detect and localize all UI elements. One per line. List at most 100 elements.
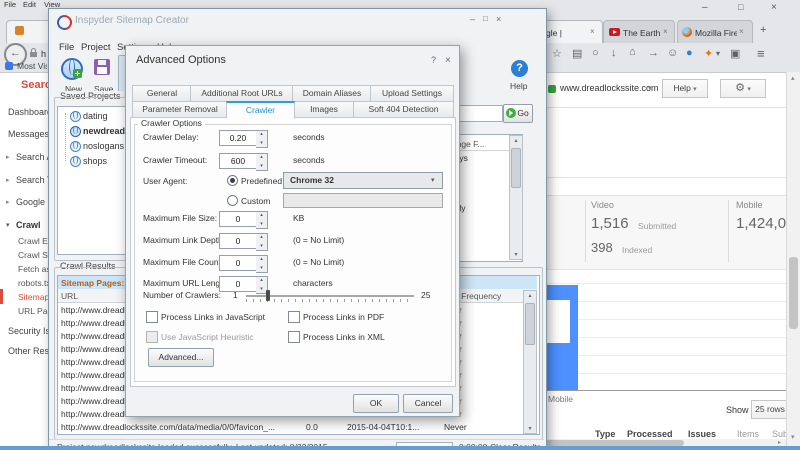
project-item-dating[interactable]: dating xyxy=(83,112,108,121)
advanced-button[interactable]: Advanced... xyxy=(148,348,214,367)
vscroll-up-arrow-icon[interactable]: ▴ xyxy=(791,75,795,82)
tab-parameter-removal[interactable]: Parameter Removal xyxy=(132,101,228,118)
sidebar-item-crawl[interactable]: Crawl xyxy=(16,221,41,230)
custom-radio[interactable] xyxy=(227,195,238,206)
max-file-size-input[interactable]: 0 xyxy=(219,211,257,227)
tab-close-icon[interactable]: × xyxy=(739,27,744,36)
spin-down-icon[interactable]: ▾ xyxy=(256,221,267,228)
process-xml-checkbox[interactable] xyxy=(288,331,300,343)
menu-project[interactable]: Project xyxy=(81,43,111,53)
inspyder-help-button[interactable]: ? xyxy=(511,60,528,77)
inspyder-maximize-button[interactable]: □ xyxy=(483,15,488,23)
save-project-button[interactable]: Save xyxy=(88,55,117,96)
max-link-depth-spinner[interactable]: ▴▾ xyxy=(256,233,268,251)
browser-minimize-button[interactable]: – xyxy=(702,3,708,13)
spin-down-icon[interactable]: ▾ xyxy=(256,140,267,147)
new-project-button[interactable]: New xyxy=(57,55,86,96)
spin-up-icon[interactable]: ▴ xyxy=(256,256,267,263)
tab-images[interactable]: Images xyxy=(293,101,355,118)
go-button[interactable]: Go xyxy=(503,104,533,123)
spin-up-icon[interactable]: ▴ xyxy=(256,277,267,284)
table-header-type[interactable]: Type xyxy=(595,430,615,439)
reading-list-icon[interactable]: ▤ xyxy=(572,47,582,60)
spin-up-icon[interactable]: ▴ xyxy=(256,212,267,219)
tab-groups-icon[interactable]: ▣ xyxy=(730,47,740,60)
scroll-up-icon[interactable]: ▴ xyxy=(524,292,536,299)
feedback-icon[interactable]: ☺ xyxy=(667,47,678,59)
table-header-items[interactable]: Items xyxy=(737,430,759,439)
bookmark-most-visited[interactable]: Most Visited xyxy=(17,62,47,71)
column-header-url[interactable]: URL xyxy=(61,292,78,301)
tab-general[interactable]: General xyxy=(132,85,192,102)
dialog-close-icon[interactable]: × xyxy=(445,56,451,66)
browser-menu-file[interactable]: File xyxy=(4,1,16,9)
spin-up-icon[interactable]: ▴ xyxy=(256,234,267,241)
slider-thumb[interactable] xyxy=(266,290,270,301)
menu-file[interactable]: File xyxy=(59,43,74,53)
addon-caret-icon[interactable]: ▾ xyxy=(716,49,720,58)
url-text[interactable]: h xyxy=(41,50,46,59)
tab-crawler[interactable]: Crawler xyxy=(226,101,295,119)
max-file-size-spinner[interactable]: ▴▾ xyxy=(256,211,268,229)
user-agent-select[interactable]: Chrome 32 ▾ xyxy=(283,172,443,189)
sidebar-item-messages[interactable]: Messages xyxy=(8,130,49,139)
table-header-issues[interactable]: Issues xyxy=(688,430,716,439)
dialog-help-icon[interactable]: ? xyxy=(431,56,436,65)
scroll-thumb[interactable] xyxy=(525,303,535,345)
inspyder-close-button[interactable]: × xyxy=(496,15,501,24)
share-icon[interactable]: → xyxy=(648,47,659,59)
browser-maximize-button[interactable]: □ xyxy=(738,3,743,12)
spin-up-icon[interactable]: ▴ xyxy=(256,131,267,138)
settings-dropdown[interactable]: ⚙ ▾ xyxy=(720,79,766,98)
tab-additional-root-urls[interactable]: Additional Root URLs xyxy=(190,85,294,102)
spin-down-icon[interactable]: ▾ xyxy=(256,163,267,170)
cancel-button[interactable]: Cancel xyxy=(403,394,453,413)
vertical-scrollbar[interactable]: ▴ ▾ xyxy=(786,72,800,450)
sidebar-item-dashboard[interactable]: Dashboard xyxy=(8,108,52,117)
spin-down-icon[interactable]: ▾ xyxy=(256,243,267,250)
crawler-delay-input[interactable]: 0.20 xyxy=(219,130,257,146)
tab-domain-aliases[interactable]: Domain Aliases xyxy=(292,85,372,102)
pocket-icon[interactable]: ○ xyxy=(592,47,599,59)
process-js-checkbox[interactable] xyxy=(146,311,158,323)
inspyder-minimize-button[interactable]: – xyxy=(470,15,475,24)
addon-icon[interactable]: ✦ xyxy=(704,47,713,60)
max-file-count-input[interactable]: 0 xyxy=(219,255,257,271)
tab-upload-settings[interactable]: Upload Settings xyxy=(370,85,454,102)
scroll-thumb[interactable] xyxy=(511,148,521,188)
browser-menu-edit[interactable]: Edit xyxy=(23,1,36,9)
scroll-down-icon[interactable]: ▾ xyxy=(510,251,522,258)
tab-firefox-start[interactable]: Mozilla Firefo... × xyxy=(677,20,753,43)
help-dropdown[interactable]: Help ▾ xyxy=(662,79,708,98)
crawler-timeout-input[interactable]: 600 xyxy=(219,153,257,169)
scroll-up-icon[interactable]: ▴ xyxy=(510,137,522,144)
tab-close-icon[interactable]: × xyxy=(663,27,668,36)
home-icon[interactable]: ⌂ xyxy=(629,46,636,58)
tab-youtube[interactable]: The Earth is FL... × xyxy=(603,20,675,43)
url-cell-last[interactable]: http://www.dreadlockssite.com/data/media… xyxy=(61,423,275,432)
max-link-depth-input[interactable]: 0 xyxy=(219,233,257,249)
scroll-down-icon[interactable]: ▾ xyxy=(524,425,536,432)
sync-icon[interactable]: ● xyxy=(686,47,693,59)
new-tab-button[interactable]: + xyxy=(760,25,766,36)
menu-icon[interactable]: ≡ xyxy=(757,46,765,61)
table-header-processed[interactable]: Processed xyxy=(627,430,673,439)
grid-scrollbar[interactable]: ▴ ▾ xyxy=(523,290,537,434)
max-url-length-input[interactable]: 0 xyxy=(219,276,257,292)
predefined-radio[interactable] xyxy=(227,175,238,186)
crawler-timeout-spinner[interactable]: ▴▾ xyxy=(256,153,268,171)
freq-scrollbar[interactable]: ▴ ▾ xyxy=(509,135,523,260)
browser-close-button[interactable]: × xyxy=(771,3,777,13)
spin-down-icon[interactable]: ▾ xyxy=(256,265,267,272)
process-pdf-checkbox[interactable] xyxy=(288,311,300,323)
max-file-count-spinner[interactable]: ▴▾ xyxy=(256,255,268,273)
num-crawlers-slider[interactable] xyxy=(246,295,414,297)
spin-up-icon[interactable]: ▴ xyxy=(256,154,267,161)
project-item-noslogans[interactable]: noslogans xyxy=(83,142,124,151)
vscroll-thumb[interactable] xyxy=(789,257,798,329)
tab-soft-404[interactable]: Soft 404 Detection xyxy=(353,101,454,118)
bookmark-star-icon[interactable]: ☆ xyxy=(552,47,562,60)
crawler-delay-spinner[interactable]: ▴▾ xyxy=(256,130,268,148)
site-selector[interactable]: www.dreadlockssite.com xyxy=(560,84,659,93)
ok-button[interactable]: OK xyxy=(353,394,399,413)
